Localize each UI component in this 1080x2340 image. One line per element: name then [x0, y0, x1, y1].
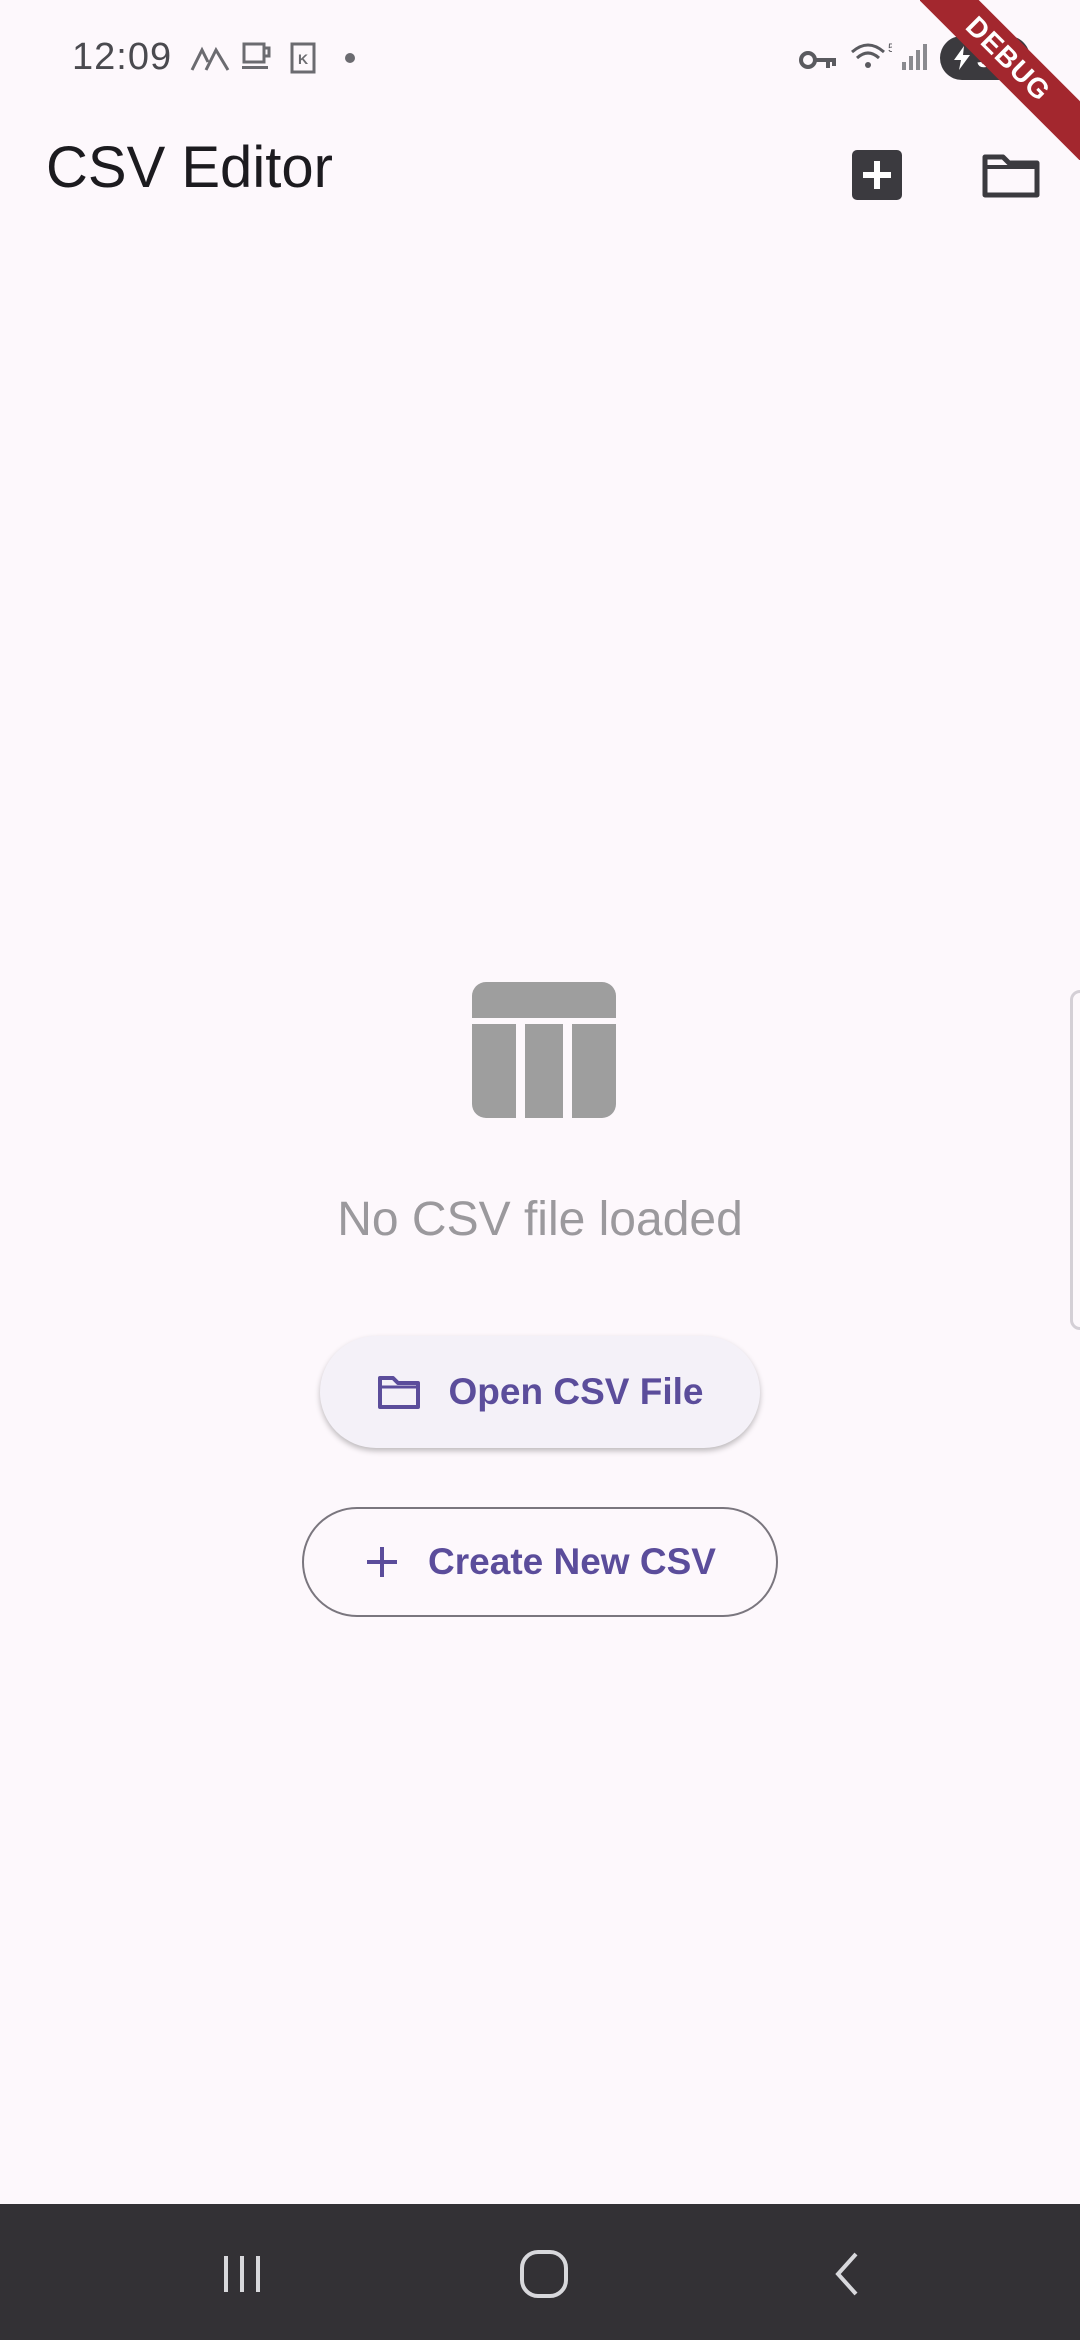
- screen: 12:09 K 5 CSV Editor No CSV file loaded …: [0, 0, 1080, 2340]
- system-nav-bar: [0, 2204, 1080, 2340]
- svg-text:5: 5: [888, 41, 892, 55]
- signal-peak-icon: [190, 46, 230, 71]
- svg-text:K: K: [298, 51, 308, 67]
- vpn-key-icon: [799, 51, 836, 69]
- cup-icon: [242, 42, 271, 69]
- wifi-icon: 5: [851, 41, 892, 68]
- notification-dot-icon: [345, 53, 355, 63]
- home-icon: [520, 2250, 568, 2298]
- add-box-icon: [852, 150, 902, 200]
- debug-banner: DEBUG: [920, 0, 1080, 160]
- recent-apps-button[interactable]: [210, 2242, 274, 2306]
- status-time: 12:09: [72, 36, 173, 78]
- debug-banner-label: DEBUG: [920, 0, 1080, 160]
- home-button[interactable]: [512, 2242, 576, 2306]
- empty-state-message: No CSV file loaded: [337, 1193, 743, 1246]
- k-app-icon: K: [290, 42, 316, 74]
- table-icon: [472, 982, 616, 1118]
- app-bar: CSV Editor: [0, 120, 1080, 220]
- create-new-csv-label: Create New CSV: [428, 1541, 716, 1582]
- edge-panel-handle[interactable]: [1070, 990, 1080, 1330]
- status-bar: 12:09 K 5: [0, 0, 1080, 120]
- open-csv-label: Open CSV File: [448, 1371, 704, 1412]
- new-csv-action-button[interactable]: [844, 142, 910, 208]
- recent-apps-icon: [224, 2256, 260, 2292]
- back-icon: [835, 2252, 858, 2296]
- open-csv-button[interactable]: Open CSV File: [320, 1336, 760, 1448]
- create-new-csv-button[interactable]: Create New CSV: [302, 1507, 778, 1617]
- back-button[interactable]: [816, 2242, 880, 2306]
- page-title: CSV Editor: [46, 135, 333, 200]
- folder-icon: [377, 1376, 420, 1409]
- plus-icon: [367, 1547, 398, 1577]
